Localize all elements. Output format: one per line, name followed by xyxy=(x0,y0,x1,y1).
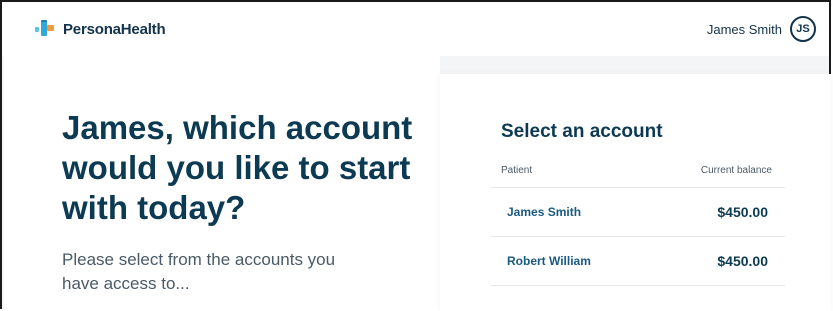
user-name: James Smith xyxy=(706,21,782,37)
current-balance: $450.00 xyxy=(717,203,768,220)
account-select-card: Select an account Patient Current balanc… xyxy=(440,74,831,311)
current-balance: $450.00 xyxy=(717,252,768,269)
top-header: PersonaHealth James Smith JS xyxy=(2,2,829,56)
column-header-patient: Patient xyxy=(501,165,533,176)
patient-name[interactable]: James Smith xyxy=(507,205,581,219)
page-subtitle: Please select from the accounts you have… xyxy=(62,250,336,293)
intro-pane: James, which account would you like to s… xyxy=(4,56,440,311)
table-divider xyxy=(491,285,785,286)
page-title: James, which account would you like to s… xyxy=(62,109,413,226)
brand-name: PersonaHealth xyxy=(63,20,166,38)
avatar[interactable]: JS xyxy=(790,16,816,42)
column-header-balance: Current balance xyxy=(700,165,772,176)
app-window: PersonaHealth James Smith JS James, whic… xyxy=(0,0,831,311)
brand-logo[interactable]: PersonaHealth xyxy=(35,20,166,38)
user-menu[interactable]: James Smith JS xyxy=(707,16,816,42)
account-row-james-smith[interactable]: James Smith $450.00 xyxy=(491,187,785,235)
persona-health-logo-icon xyxy=(35,20,57,38)
card-title: Select an account xyxy=(501,121,663,142)
patient-name[interactable]: Robert William xyxy=(507,254,591,268)
account-row-robert-william[interactable]: Robert William $450.00 xyxy=(491,236,785,284)
